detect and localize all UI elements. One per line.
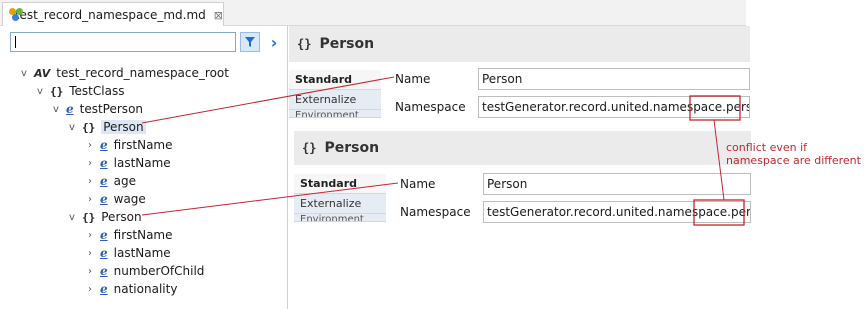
tree-item-person-1[interactable]: v {} Person (66, 118, 146, 136)
name-field[interactable]: Person (478, 68, 750, 90)
editor-title: Person (319, 36, 375, 52)
record-editor-1: {} Person Standard Externalize Environme… (289, 26, 750, 126)
chevron-right-icon[interactable]: › (84, 266, 96, 277)
chevron-right-icon[interactable]: › (84, 158, 96, 169)
tree-item-field[interactable]: › e lastName (84, 154, 171, 172)
element-icon: e (100, 192, 108, 206)
tab-externalize[interactable]: Externalize (289, 90, 381, 110)
tree-item-label: age (113, 174, 136, 188)
tree-item-field[interactable]: › e age (84, 172, 136, 190)
tree-item-label: lastName (113, 246, 171, 260)
editor-side-tabs: Standard Externalize Environment (289, 70, 381, 118)
filter-icon[interactable] (240, 32, 260, 52)
tab-standard[interactable]: Standard (289, 70, 381, 90)
record-icon: {} (302, 141, 317, 155)
tree-item-label: firstName (113, 228, 173, 242)
tree-item-label: Person (101, 120, 146, 134)
editor-header: {} Person (289, 26, 750, 62)
element-icon: e (100, 228, 108, 242)
chevron-right-icon[interactable]: › (264, 32, 284, 52)
name-label: Name (395, 72, 431, 86)
chevron-right-icon[interactable]: › (84, 284, 96, 295)
tree-item-label: numberOfChild (113, 264, 205, 278)
close-icon[interactable]: ⊠ (214, 9, 223, 22)
namespace-field[interactable]: testGenerator.record.united.namespace. pe… (478, 96, 750, 118)
record-icon: {} (297, 37, 312, 51)
element-icon: e (100, 156, 108, 170)
search-input[interactable] (10, 32, 236, 52)
editor-side-tabs: Standard Externalize Environment (294, 174, 386, 222)
element-icon: e (100, 246, 108, 260)
diagram-file-icon (9, 8, 23, 22)
element-icon: e (100, 264, 108, 278)
record-icon: {} (50, 84, 64, 98)
annotation-note: conflict even if namespace are different (726, 141, 861, 167)
tree-item-class[interactable]: v {} TestClass (34, 82, 124, 100)
tree-item-field[interactable]: › e numberOfChild (84, 262, 204, 280)
tree-item-root[interactable]: v AV test_record_namespace_root (18, 64, 229, 82)
annotation-line-2: namespace are different (726, 154, 861, 167)
chevron-down-icon[interactable]: v (34, 86, 46, 97)
namespace-suffix: person1 (730, 205, 751, 219)
namespace-prefix: testGenerator.record.united.namespace. (482, 100, 726, 114)
namespace-field[interactable]: testGenerator.record.united.namespace. pe… (483, 201, 751, 223)
tree-item-field[interactable]: › e firstName (84, 136, 173, 154)
annotation-line-1: conflict even if (726, 141, 808, 154)
namespace-prefix: testGenerator.record.united.namespace. (487, 205, 731, 219)
namespace-label: Namespace (395, 100, 466, 114)
chevron-down-icon[interactable]: v (66, 212, 78, 223)
outline-panel: › v AV test_record_namespace_root v {} T… (0, 26, 288, 309)
chevron-down-icon[interactable]: v (18, 68, 30, 79)
editor-title: Person (324, 140, 380, 156)
chevron-right-icon[interactable]: › (84, 194, 96, 205)
tree-item-label: test_record_namespace_root (56, 66, 229, 80)
editor-tab-bar: test_record_namespace_md.md ⊠ (0, 0, 746, 27)
editor-header: {} Person (294, 131, 751, 165)
tree-item-label: TestClass (69, 84, 125, 98)
name-value: Person (487, 177, 528, 191)
chevron-right-icon[interactable]: › (84, 248, 96, 259)
element-icon: e (100, 138, 108, 152)
tree-item-label: nationality (113, 282, 178, 296)
chevron-right-icon[interactable]: › (84, 140, 96, 151)
name-label: Name (400, 177, 436, 191)
record-editor-2: {} Person Standard Externalize Environme… (294, 131, 751, 231)
tree-item-label: wage (113, 192, 146, 206)
tab-test-record-namespace[interactable]: test_record_namespace_md.md ⊠ (2, 2, 224, 27)
tree-item-test-person[interactable]: v e testPerson (50, 100, 143, 118)
record-icon: {} (82, 210, 96, 224)
tab-standard[interactable]: Standard (294, 174, 386, 194)
tab-environment[interactable]: Environment (289, 110, 381, 118)
tree-item-field[interactable]: › e wage (84, 190, 146, 208)
tree-item-label: lastName (113, 156, 171, 170)
tab-externalize[interactable]: Externalize (294, 194, 386, 214)
tree-item-field[interactable]: › e lastName (84, 244, 171, 262)
record-icon: {} (82, 120, 96, 134)
tree-item-label: Person (101, 210, 142, 224)
tab-title: test_record_namespace_md.md (14, 8, 206, 22)
name-field[interactable]: Person (483, 173, 751, 195)
tab-environment[interactable]: Environment (294, 214, 386, 222)
element-icon: e (100, 282, 108, 296)
tree-item-field[interactable]: › e nationality (84, 280, 177, 298)
tree-item-label: firstName (113, 138, 173, 152)
namespace-suffix: person0 (725, 100, 749, 114)
root-icon: AV (34, 66, 51, 80)
tree-item-person-2[interactable]: v {} Person (66, 208, 142, 226)
element-icon: e (66, 102, 74, 116)
chevron-right-icon[interactable]: › (84, 176, 96, 187)
tree-item-label: testPerson (79, 102, 144, 116)
element-icon: e (100, 174, 108, 188)
chevron-right-icon[interactable]: › (84, 230, 96, 241)
chevron-down-icon[interactable]: v (66, 122, 78, 133)
namespace-label: Namespace (400, 205, 471, 219)
chevron-down-icon[interactable]: v (50, 104, 62, 115)
tree-item-field[interactable]: › e firstName (84, 226, 173, 244)
name-value: Person (482, 72, 523, 86)
